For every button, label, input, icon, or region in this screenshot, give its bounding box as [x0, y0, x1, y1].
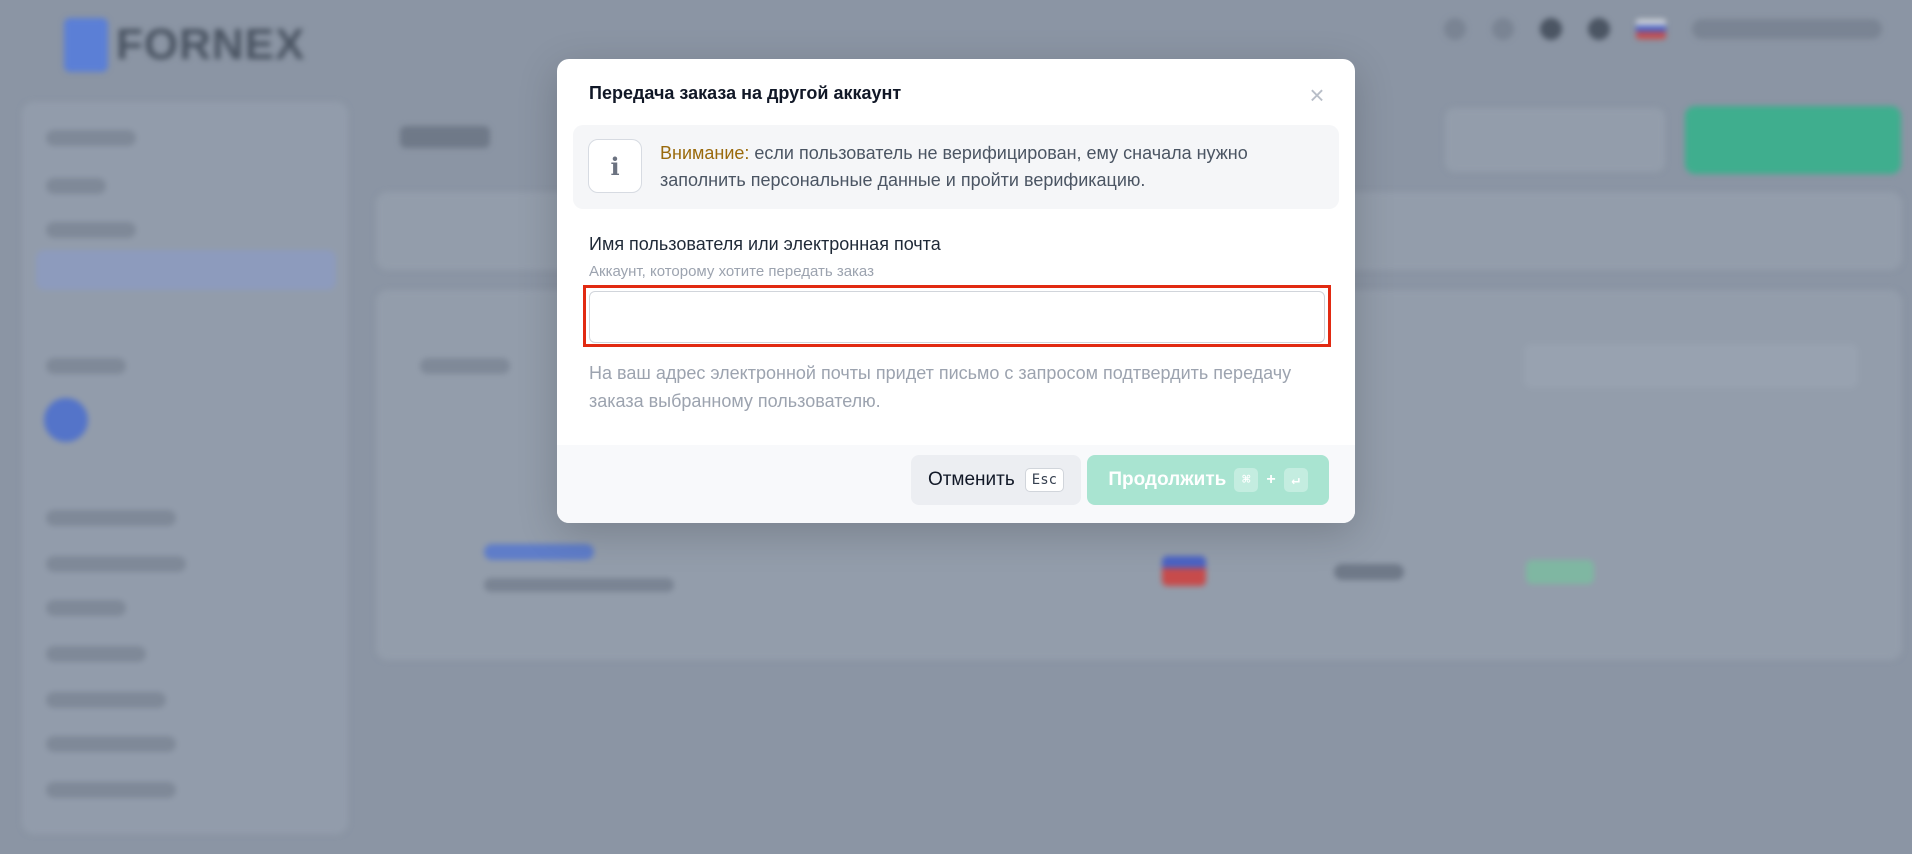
language-flag-icon — [1636, 19, 1666, 39]
alert-text: Внимание: если пользователь не верифицир… — [660, 140, 1300, 194]
esc-key-hint: Esc — [1024, 468, 1065, 492]
sidebar-row — [46, 178, 106, 194]
us-flag-icon — [1162, 556, 1206, 586]
username-field-label: Имя пользователя или электронная почта — [589, 234, 941, 254]
sidebar-row — [46, 222, 136, 238]
top-bar-icon — [1492, 18, 1514, 40]
sidebar-row — [46, 600, 126, 616]
filter-select — [1524, 344, 1858, 388]
username-or-email-input[interactable] — [589, 291, 1325, 343]
logo-mark-icon — [64, 18, 108, 72]
top-bar-icon — [1588, 18, 1610, 40]
close-icon[interactable]: × — [1303, 81, 1331, 109]
status-badge — [1526, 560, 1594, 584]
alert-message: если пользователь не верифицирован, ему … — [660, 143, 1248, 190]
email-confirmation-note: На ваш адрес электронной почты придет пи… — [589, 363, 1292, 411]
sidebar-row — [46, 358, 126, 374]
background-primary-button — [1685, 106, 1901, 174]
logo: FORNEX — [64, 18, 305, 72]
order-link — [484, 544, 594, 560]
username-field-hint: Аккаунт, которому хотите передать заказ — [589, 263, 874, 280]
search-placeholder — [420, 358, 510, 374]
sidebar-active-item — [36, 250, 336, 290]
top-bar-icon — [1444, 18, 1466, 40]
logo-text: FORNEX — [116, 20, 306, 69]
sidebar-row — [46, 692, 166, 708]
sidebar-row — [46, 556, 186, 572]
sidebar-row — [46, 782, 176, 798]
user-menu — [1692, 19, 1882, 39]
continue-button-label: Продолжить — [1108, 469, 1227, 490]
sidebar-row — [46, 736, 176, 752]
continue-button[interactable]: Продолжить ⌘ + ↵ — [1087, 455, 1329, 505]
cancel-button[interactable]: Отменить Esc — [911, 455, 1081, 505]
top-bar-icon — [1540, 18, 1562, 40]
transfer-order-modal: Передача заказа на другой аккаунт × i Вн… — [557, 59, 1355, 523]
info-icon: i — [588, 139, 642, 193]
order-subtitle — [484, 578, 674, 592]
page-title — [400, 126, 490, 148]
sidebar — [22, 102, 348, 834]
warning-alert: i Внимание: если пользователь не верифиц… — [573, 125, 1339, 209]
order-days — [1334, 564, 1404, 580]
key-plus: + — [1266, 471, 1276, 488]
cancel-button-label: Отменить — [927, 469, 1015, 490]
enter-key-icon: ↵ — [1283, 468, 1308, 492]
background-button — [1445, 108, 1665, 172]
top-bar — [1444, 18, 1882, 40]
sidebar-row — [46, 130, 136, 146]
alert-warning-label: Внимание: — [660, 143, 750, 163]
command-key-icon: ⌘ — [1234, 468, 1259, 492]
avatar — [44, 398, 88, 442]
sidebar-row — [46, 510, 176, 526]
modal-title: Передача заказа на другой аккаунт — [589, 83, 902, 103]
sidebar-row — [46, 646, 146, 662]
